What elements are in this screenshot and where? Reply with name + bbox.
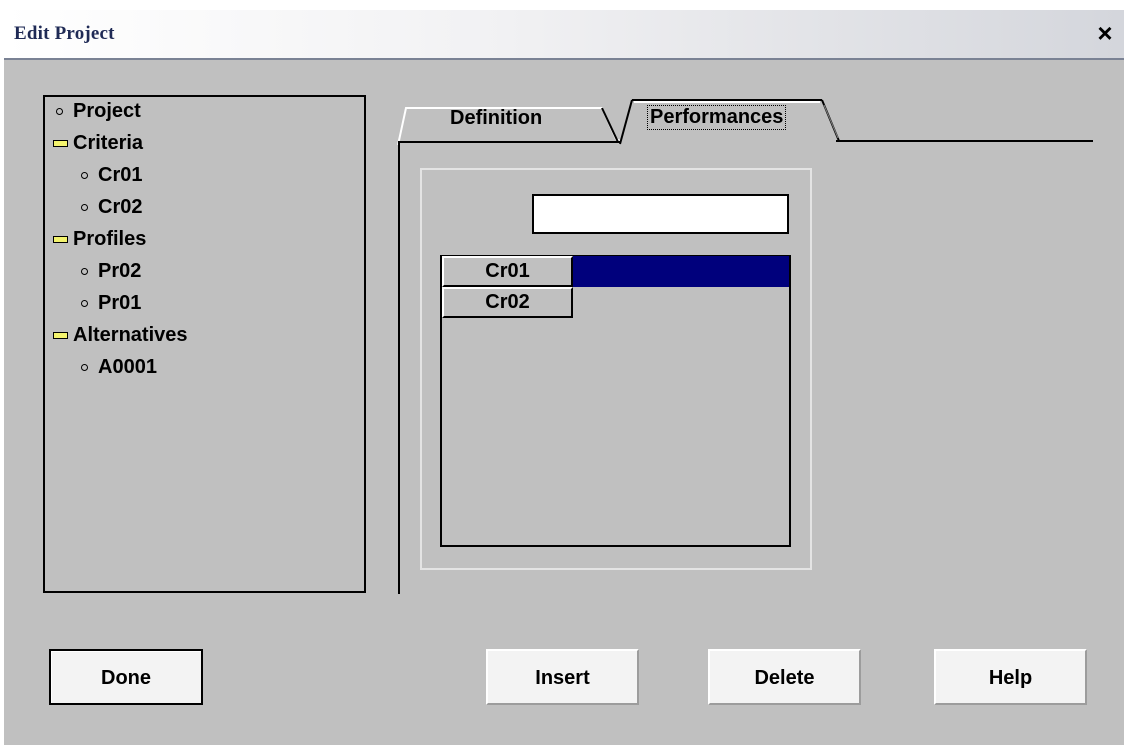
tree-item-pr01[interactable]: Pr01	[81, 288, 141, 318]
bullet-icon	[81, 363, 88, 371]
bullet-icon	[81, 171, 88, 179]
performance-value-input[interactable]	[532, 194, 789, 234]
window-title: Edit Project	[14, 23, 115, 44]
collapse-icon[interactable]	[53, 235, 68, 243]
bullet-icon	[81, 267, 88, 275]
tab-baseline	[836, 140, 1093, 142]
insert-button[interactable]: Insert	[486, 649, 639, 705]
tree-item-label: Cr01	[98, 163, 143, 186]
tree-item-label: Pr02	[98, 259, 142, 282]
tab-definition[interactable]: Definition	[450, 107, 542, 130]
tab-performances[interactable]: Performances	[646, 105, 787, 130]
tab-panel-left-border	[398, 142, 400, 594]
delete-button[interactable]: Delete	[708, 649, 861, 705]
tree-item-criteria[interactable]: Criteria	[53, 128, 143, 158]
tree-item-cr01[interactable]: Cr01	[81, 160, 142, 190]
tree-item-label: Pr01	[98, 291, 142, 314]
tree-item-label: Cr02	[98, 195, 143, 218]
close-icon[interactable]: ×	[1094, 18, 1116, 48]
tree-item-pr02[interactable]: Pr02	[81, 256, 141, 286]
done-button[interactable]: Done	[49, 649, 203, 705]
help-button[interactable]: Help	[934, 649, 1087, 705]
tree-item-label: A0001	[98, 355, 157, 378]
tree-item-alternatives[interactable]: Alternatives	[53, 320, 188, 350]
selected-cell[interactable]	[573, 256, 789, 287]
title-bar: Edit Project ×	[4, 10, 1124, 60]
collapse-icon[interactable]	[53, 331, 68, 339]
tree-item-label: Alternatives	[73, 323, 188, 346]
collapse-icon[interactable]	[53, 139, 68, 147]
tree-item-label: Project	[73, 99, 141, 122]
bullet-icon	[81, 299, 88, 307]
bullet-icon	[81, 203, 88, 211]
tree-item-label: Profiles	[73, 227, 147, 250]
tree-item-a0001[interactable]: A0001	[81, 352, 157, 382]
row-header-cr02[interactable]: Cr02	[442, 287, 573, 318]
tree-item-project[interactable]: Project	[56, 96, 141, 126]
edit-project-dialog: Edit Project × Project Criteria Cr01 Cr02 Pr…	[4, 10, 1124, 745]
tree-item-profiles[interactable]: Profiles	[53, 224, 146, 254]
tree-item-cr02[interactable]: Cr02	[81, 192, 142, 222]
bullet-icon	[56, 107, 63, 115]
row-header-cr01[interactable]: Cr01	[442, 256, 573, 287]
tree-item-label: Criteria	[73, 131, 144, 154]
